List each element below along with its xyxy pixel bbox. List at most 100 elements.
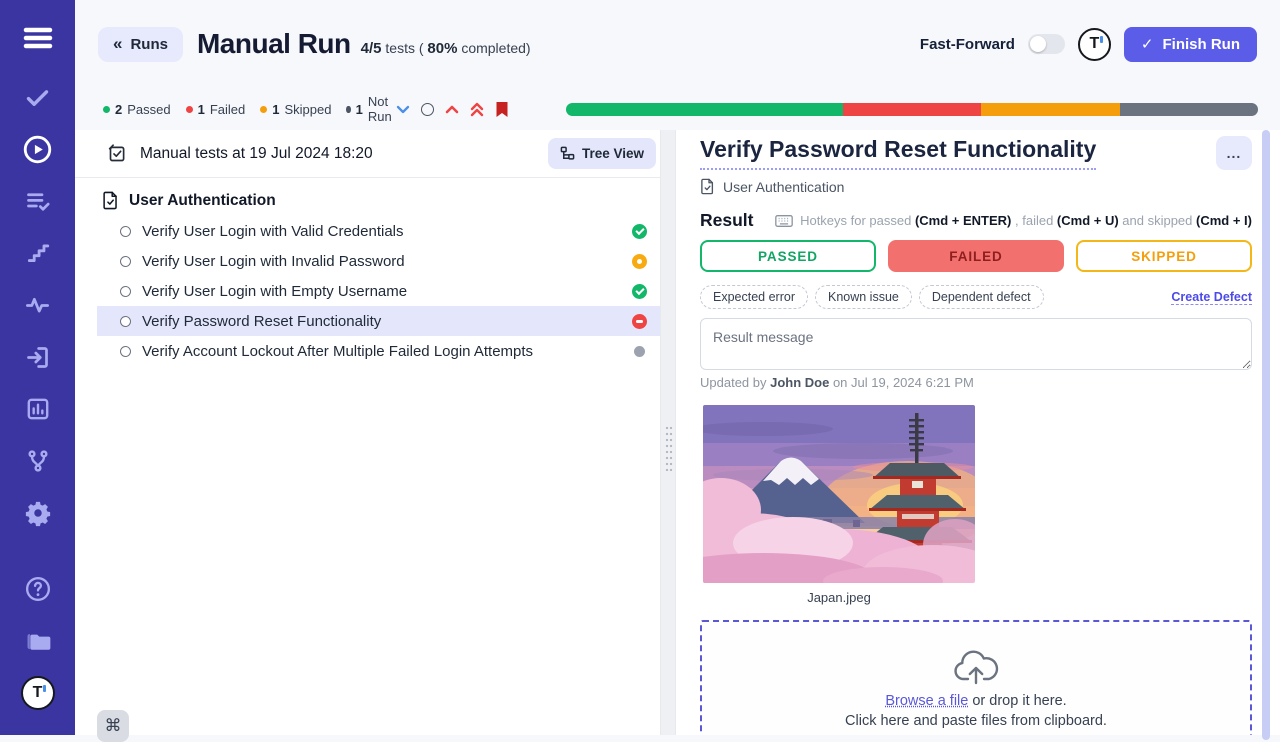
mark-skipped-button[interactable]: SKIPPED — [1076, 240, 1252, 272]
ellipsis-icon: ... — [1227, 145, 1242, 161]
status-bar: 2Passed 1Failed 1Skipped 1Not Run — [75, 88, 1280, 130]
settings-gear-icon[interactable] — [12, 487, 64, 539]
tests-check-icon[interactable] — [12, 71, 64, 123]
test-label: Verify User Login with Invalid Password — [142, 253, 632, 270]
status-summary: 2Passed 1Failed 1Skipped 1Not Run — [103, 94, 396, 124]
logo-t-icon[interactable]: T — [1078, 28, 1111, 61]
more-options-button[interactable]: ... — [1216, 136, 1252, 170]
attachment-filename: Japan.jpeg — [703, 590, 975, 605]
run-quick-controls — [396, 101, 509, 118]
test-detail-panel: Verify Password Reset Functionality ... … — [676, 130, 1280, 735]
breadcrumb-suite: User Authentication — [723, 179, 844, 195]
projects-folder-icon[interactable] — [12, 615, 64, 667]
activity-icon[interactable] — [12, 279, 64, 331]
passed-dot-icon — [103, 106, 110, 113]
help-icon[interactable] — [12, 563, 64, 615]
page-title: Manual Run — [197, 28, 351, 60]
test-row[interactable]: Verify Account Lockout After Multiple Fa… — [97, 336, 660, 366]
radio-circle-icon[interactable] — [120, 256, 131, 267]
suite-name: User Authentication — [129, 192, 276, 210]
topbar: « Runs Manual Run 4/5 tests ( 80% comple… — [75, 0, 1280, 88]
tree-icon — [560, 146, 575, 161]
browse-file-link[interactable]: Browse a file — [885, 693, 968, 709]
finish-run-button[interactable]: ✓ Finish Run — [1124, 27, 1257, 62]
file-dropzone[interactable]: Browse a file or drop it here. Click her… — [700, 620, 1252, 735]
updated-by-line: Updated by John Doe on Jul 19, 2024 6:21… — [700, 375, 1252, 390]
run-checklist-icon — [107, 143, 128, 164]
keyboard-icon — [775, 214, 793, 228]
bookmark-icon[interactable] — [495, 101, 509, 118]
hotkeys-hint: Hotkeys for passed (Cmd + ENTER) , faile… — [775, 213, 1252, 228]
attachment: Japan.jpeg — [703, 405, 975, 605]
logo-t-icon: T — [21, 676, 55, 710]
tag-known-issue[interactable]: Known issue — [815, 285, 912, 309]
caret-up-icon[interactable] — [445, 104, 459, 114]
chevron-down-icon[interactable] — [396, 104, 410, 115]
sign-in-icon[interactable] — [12, 331, 64, 383]
finish-run-label: Finish Run — [1163, 36, 1241, 53]
steps-icon[interactable] — [12, 227, 64, 279]
status-passed-icon — [632, 224, 647, 239]
test-label: Verify Account Lockout After Multiple Fa… — [142, 343, 634, 360]
test-row[interactable]: Verify User Login with Empty Username — [97, 276, 660, 306]
checklist-icon[interactable] — [12, 175, 64, 227]
result-heading: Result — [700, 210, 753, 231]
back-to-runs-button[interactable]: « Runs — [98, 27, 183, 62]
tree-view-button[interactable]: Tree View — [548, 138, 656, 169]
document-check-icon — [102, 191, 119, 210]
test-row-selected[interactable]: Verify Password Reset Functionality — [97, 306, 660, 336]
double-chevron-left-icon: « — [113, 34, 122, 54]
fast-forward-toggle[interactable] — [1028, 34, 1065, 54]
test-row[interactable]: Verify User Login with Valid Credentials — [97, 216, 660, 246]
toggle-knob — [1030, 36, 1046, 52]
mark-failed-button[interactable]: FAILED — [888, 240, 1064, 272]
test-row[interactable]: Verify User Login with Invalid Password — [97, 246, 660, 276]
not-run-dot-icon — [346, 106, 350, 113]
run-play-icon[interactable] — [12, 123, 64, 175]
branches-icon[interactable] — [12, 435, 64, 487]
attachment-image-japan[interactable] — [703, 405, 975, 583]
document-check-icon — [700, 178, 715, 195]
suite-folder[interactable]: User Authentication — [75, 191, 660, 210]
app-logo[interactable]: T — [12, 667, 64, 719]
radio-circle-icon[interactable] — [120, 316, 131, 327]
radio-circle-icon[interactable] — [120, 286, 131, 297]
run-name: Manual tests at 19 Jul 2024 18:20 — [140, 145, 373, 163]
result-message-input[interactable] — [700, 318, 1252, 370]
double-caret-up-icon[interactable] — [470, 102, 484, 117]
run-progress-bar — [566, 103, 1258, 116]
dropzone-browse-line: Browse a file or drop it here. — [885, 693, 1066, 709]
scrollbar-thumb[interactable] — [1262, 130, 1270, 740]
test-label: Verify User Login with Empty Username — [142, 283, 632, 300]
resize-handle[interactable] — [665, 425, 673, 471]
status-not-run-icon — [634, 346, 645, 357]
tag-expected-error[interactable]: Expected error — [700, 285, 808, 309]
dropzone-paste-line: Click here and paste files from clipboar… — [845, 713, 1107, 729]
status-buttons: PASSED FAILED SKIPPED — [700, 240, 1252, 272]
progress-segment-failed — [843, 103, 981, 116]
content-area: Manual tests at 19 Jul 2024 18:20 Tree V… — [75, 130, 1280, 735]
mark-passed-button[interactable]: PASSED — [700, 240, 876, 272]
summary-not-run: 1Not Run — [346, 94, 396, 124]
summary-failed: 1Failed — [186, 102, 246, 117]
breadcrumb[interactable]: User Authentication — [700, 178, 844, 195]
progress-segment-passed — [566, 103, 843, 116]
create-defect-link[interactable]: Create Defect — [1171, 290, 1252, 305]
tag-dependent-defect[interactable]: Dependent defect — [919, 285, 1044, 309]
test-title: Verify Password Reset Functionality — [700, 136, 1096, 170]
hotkeys-shortcut-button[interactable]: ⌘ — [97, 710, 129, 742]
command-icon: ⌘ — [105, 716, 122, 736]
tests-panel: Manual tests at 19 Jul 2024 18:20 Tree V… — [75, 130, 660, 735]
radio-circle-icon[interactable] — [120, 346, 131, 357]
test-list: Verify User Login with Valid Credentials… — [75, 216, 660, 366]
radio-circle-icon[interactable] — [120, 226, 131, 237]
reports-icon[interactable] — [12, 383, 64, 435]
tree-view-label: Tree View — [582, 146, 644, 161]
circle-icon[interactable] — [421, 103, 434, 116]
fast-forward-label: Fast-Forward — [920, 36, 1015, 53]
cloud-upload-icon — [952, 646, 1000, 686]
menu-icon[interactable] — [12, 12, 64, 64]
progress-segment-not-run — [1120, 103, 1258, 116]
failed-dot-icon — [186, 106, 193, 113]
status-failed-icon — [632, 314, 647, 329]
